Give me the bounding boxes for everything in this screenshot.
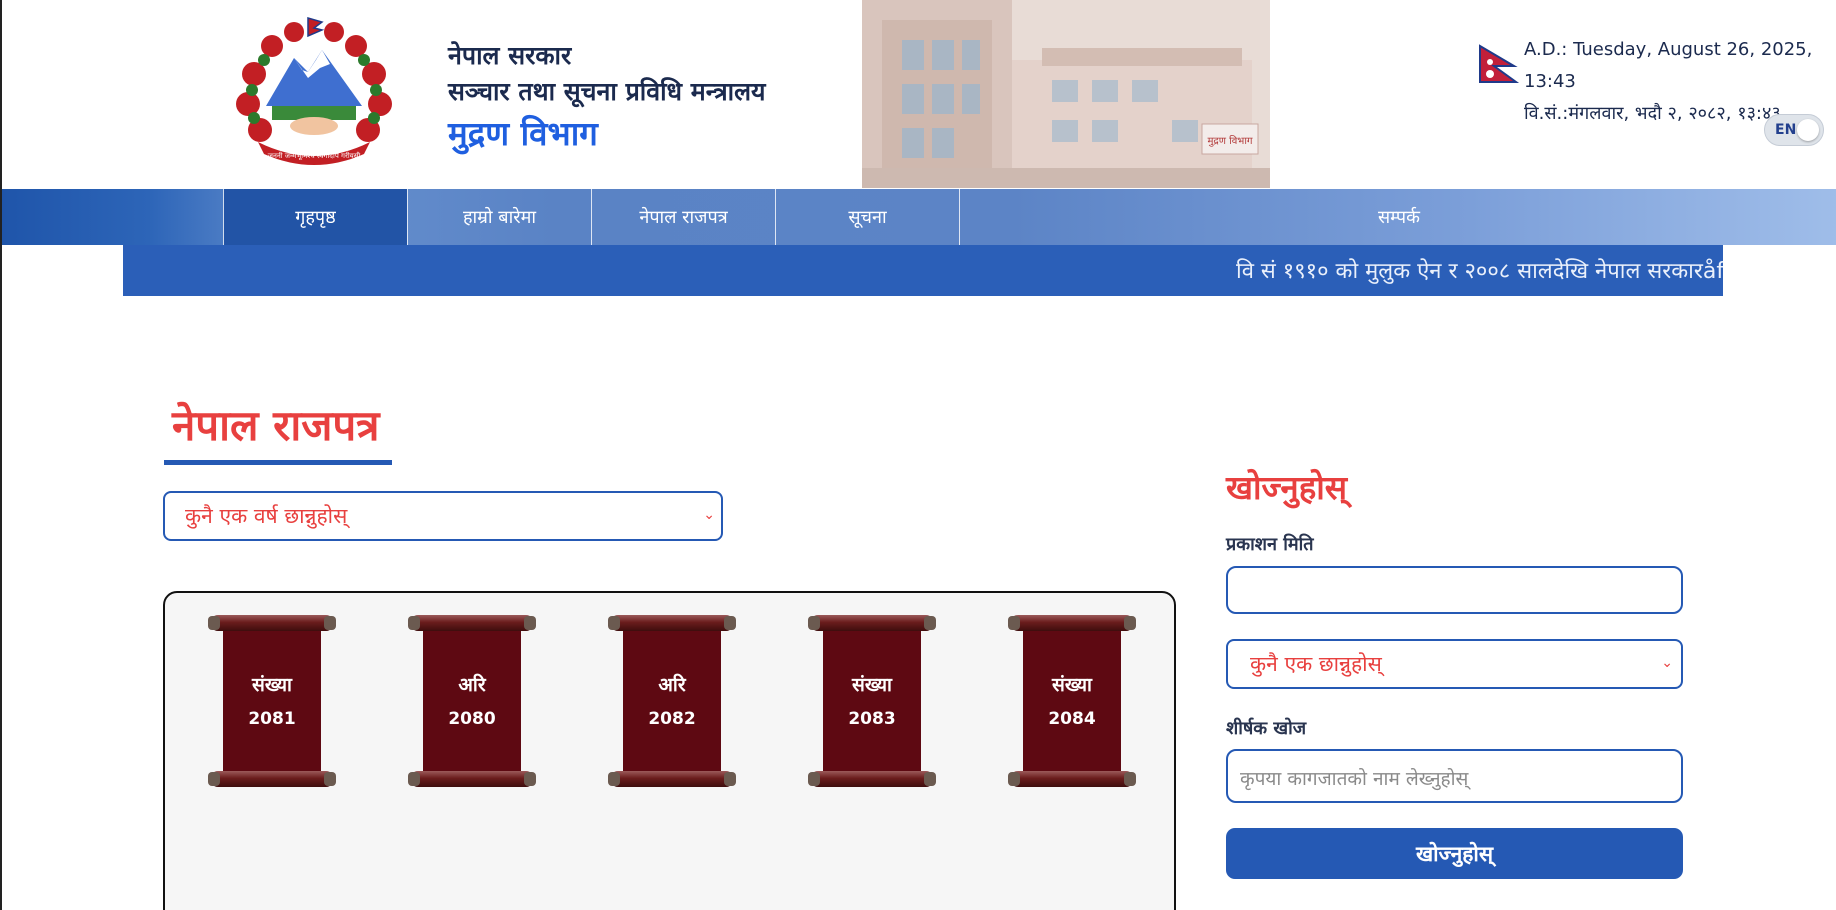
scroll-year: 2083 <box>848 709 896 729</box>
nav-item-about[interactable]: हाम्रो बारेमा <box>407 189 591 245</box>
scroll-top-rod <box>408 615 536 631</box>
government-title-block: नेपाल सरकार सञ्चार तथा सूचना प्रविधि मन्… <box>448 38 766 158</box>
building-sign-text: मुद्रण विभाग <box>1207 135 1252 147</box>
chevron-down-icon: ⌄ <box>703 507 715 523</box>
site-header: जननी जन्मभूमिश्च स्वर्गादपि गरीयसी नेपाल… <box>2 0 1836 188</box>
title-search-label: शीर्षक खोज <box>1226 718 1307 739</box>
scroll-paper <box>423 625 521 775</box>
type-select-value: कुनै एक छान्नुहोस् <box>1250 652 1382 676</box>
scroll-paper <box>823 625 921 775</box>
scroll-top-rod <box>1008 615 1136 631</box>
scroll-label: संख्या <box>852 674 892 696</box>
scroll-year: 2084 <box>1048 709 1096 729</box>
search-button[interactable]: खोज्नुहोस् <box>1226 828 1683 879</box>
scroll-paper <box>623 625 721 775</box>
scroll-paper <box>1023 625 1121 775</box>
title-underline <box>164 460 392 465</box>
year-select[interactable]: कुनै एक वर्ष छान्नुहोस् ⌄ <box>163 491 723 541</box>
building-photo: मुद्रण विभाग <box>862 0 1270 188</box>
news-ticker: वि सं १९१० को मुलुक ऐन र २००८ सालदेखि ने… <box>123 245 1723 296</box>
publication-date-input[interactable] <box>1226 566 1683 614</box>
scroll-year: 2081 <box>248 709 296 729</box>
scroll-label: अरि <box>458 674 486 696</box>
scroll-top-rod <box>208 615 336 631</box>
chevron-down-icon: ⌄ <box>1661 655 1673 671</box>
type-select[interactable]: कुनै एक छान्नुहोस् ⌄ <box>1226 639 1683 689</box>
scroll-paper <box>223 625 321 775</box>
scroll-year: 2082 <box>648 709 696 729</box>
toggle-knob <box>1797 119 1819 141</box>
gazette-scroll[interactable]: संख्या 2083 <box>808 615 936 787</box>
government-name: नेपाल सरकार <box>448 41 572 70</box>
search-title: खोज्नुहोस् <box>1226 468 1348 507</box>
nepal-flag-icon <box>1479 44 1520 83</box>
scroll-year: 2080 <box>448 709 496 729</box>
scroll-bottom-rod <box>208 771 336 787</box>
gazette-scroll[interactable]: अरि 2080 <box>408 615 536 787</box>
gazette-year-panel: संख्या 2081 अरि 2080 अरि 2082 संख्या 208… <box>163 591 1176 910</box>
ministry-name: सञ्चार तथा सूचना प्रविधि मन्त्रालय <box>448 77 766 106</box>
year-select-value: कुनै एक वर्ष छान्नुहोस् <box>185 504 348 528</box>
scroll-bottom-rod <box>408 771 536 787</box>
main-navigation: गृहपृष्ठ हाम्रो बारेमा नेपाल राजपत्र सूच… <box>2 189 1836 245</box>
scroll-top-rod <box>808 615 936 631</box>
svg-text:जननी जन्मभूमिश्च स्वर्गादपि गर: जननी जन्मभूमिश्च स्वर्गादपि गरीयसी <box>268 151 361 160</box>
scroll-label: अरि <box>658 674 686 696</box>
nav-item-gazette[interactable]: नेपाल राजपत्र <box>591 189 775 245</box>
gazette-title: नेपाल राजपत्र <box>172 401 380 450</box>
scroll-top-rod <box>608 615 736 631</box>
scroll-label: संख्या <box>1052 674 1092 696</box>
title-search-placeholder: कृपया कागजातको नाम लेख्नुहोस् <box>1240 768 1469 790</box>
nepal-emblem-icon[interactable]: जननी जन्मभूमिश्च स्वर्गादपि गरीयसी <box>224 14 404 170</box>
date-ad: A.D.: Tuesday, August 26, 2025, 13:43 <box>1524 39 1813 92</box>
scroll-bottom-rod <box>608 771 736 787</box>
title-search-input[interactable]: कृपया कागजातको नाम लेख्नुहोस् <box>1226 749 1683 803</box>
gazette-scroll[interactable]: संख्या 2081 <box>208 615 336 787</box>
publication-date-label: प्रकाशन मिति <box>1226 534 1314 555</box>
scroll-label: संख्या <box>252 674 292 696</box>
scroll-bottom-rod <box>808 771 936 787</box>
ticker-text[interactable]: वि सं १९१० को मुलुक ऐन र २००८ सालदेखि ने… <box>1236 255 1723 285</box>
department-name: मुद्रण विभाग <box>448 114 598 153</box>
language-toggle-label: EN <box>1775 122 1797 138</box>
nav-item-notice[interactable]: सूचना <box>775 189 959 245</box>
gazette-scroll[interactable]: अरि 2082 <box>608 615 736 787</box>
gazette-scroll[interactable]: संख्या 2084 <box>1008 615 1136 787</box>
nav-item-contact[interactable]: सम्पर्क <box>959 189 1836 245</box>
nav-item-home[interactable]: गृहपृष्ठ <box>223 189 407 245</box>
scroll-bottom-rod <box>1008 771 1136 787</box>
language-toggle[interactable]: EN <box>1764 114 1824 146</box>
